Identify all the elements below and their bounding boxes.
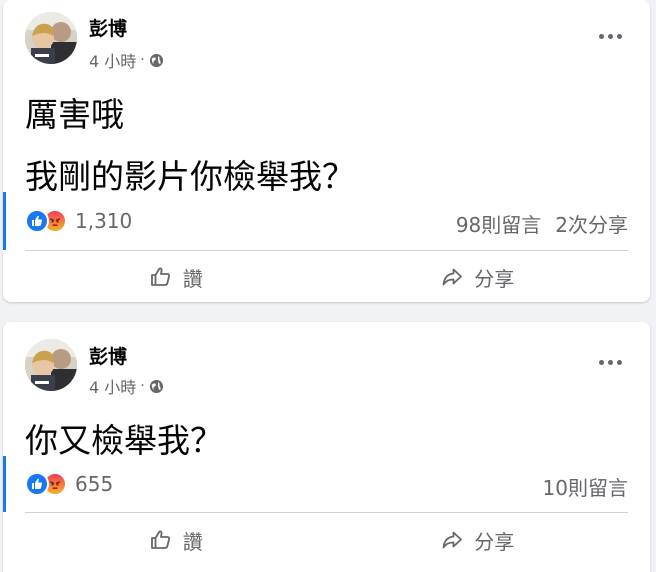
- more-dot-icon: [598, 33, 604, 39]
- share-arrow-icon: [440, 265, 464, 289]
- comment-count[interactable]: 10則留言: [543, 472, 628, 501]
- post-meta: 4 小時 ·: [89, 48, 164, 72]
- author-name[interactable]: 彭博: [89, 342, 127, 369]
- post-card: 彭博 4 小時 · 你又檢舉我？ 655 10則留言 讚 分享: [3, 322, 650, 572]
- share-button[interactable]: 分享: [327, 253, 629, 301]
- meta-separator: ·: [140, 52, 145, 68]
- reaction-summary[interactable]: 655: [25, 472, 113, 496]
- divider: [25, 250, 628, 251]
- more-options-button[interactable]: [592, 352, 628, 372]
- post-text-line: 你又檢舉我？: [25, 421, 223, 460]
- more-dot-icon: [607, 359, 613, 365]
- post-card: 彭博 4 小時 · 厲害哦 我剛的影片你檢舉我？ 1,310 98則留言 2次分…: [3, 0, 650, 302]
- news-feed: 彭博 4 小時 · 厲害哦 我剛的影片你檢舉我？ 1,310 98則留言 2次分…: [0, 0, 656, 572]
- post-actions: 讚 分享: [25, 516, 628, 564]
- post-text-line: 我剛的影片你檢舉我？: [25, 157, 355, 196]
- more-dot-icon: [616, 359, 622, 365]
- like-label: 讚: [182, 266, 203, 291]
- post-time[interactable]: 4 小時: [89, 374, 136, 398]
- accent-bar: [3, 192, 6, 250]
- more-dot-icon: [616, 33, 622, 39]
- like-reaction-icon: [25, 472, 49, 496]
- thumbs-up-icon: [149, 528, 173, 552]
- share-label: 分享: [474, 266, 515, 291]
- more-options-button[interactable]: [592, 26, 628, 46]
- share-label: 分享: [474, 529, 515, 554]
- share-count[interactable]: 2次分享: [555, 209, 628, 238]
- more-dot-icon: [607, 33, 613, 39]
- meta-separator: ·: [140, 378, 145, 394]
- more-dot-icon: [598, 359, 604, 365]
- avatar[interactable]: [25, 339, 77, 391]
- globe-icon[interactable]: [149, 53, 164, 68]
- post-time[interactable]: 4 小時: [89, 48, 136, 72]
- thumbs-up-icon: [149, 265, 173, 289]
- reaction-summary[interactable]: 1,310: [25, 209, 132, 233]
- like-button[interactable]: 讚: [25, 516, 327, 564]
- post-meta: 4 小時 ·: [89, 374, 164, 398]
- comment-count[interactable]: 98則留言: [456, 209, 541, 238]
- share-button[interactable]: 分享: [327, 516, 629, 564]
- reaction-count: 655: [75, 472, 114, 496]
- engagement-counts: 98則留言 2次分享: [456, 209, 628, 238]
- author-name[interactable]: 彭博: [89, 14, 127, 41]
- share-arrow-icon: [440, 528, 464, 552]
- like-button[interactable]: 讚: [25, 253, 327, 301]
- divider: [25, 512, 628, 513]
- accent-bar: [3, 456, 6, 512]
- like-reaction-icon: [25, 209, 49, 233]
- globe-icon[interactable]: [149, 379, 164, 394]
- avatar[interactable]: [25, 12, 77, 64]
- reaction-count: 1,310: [75, 209, 133, 233]
- post-text-line: 厲害哦: [25, 95, 124, 134]
- like-label: 讚: [182, 529, 203, 554]
- post-actions: 讚 分享: [25, 253, 628, 301]
- engagement-counts: 10則留言: [543, 472, 628, 501]
